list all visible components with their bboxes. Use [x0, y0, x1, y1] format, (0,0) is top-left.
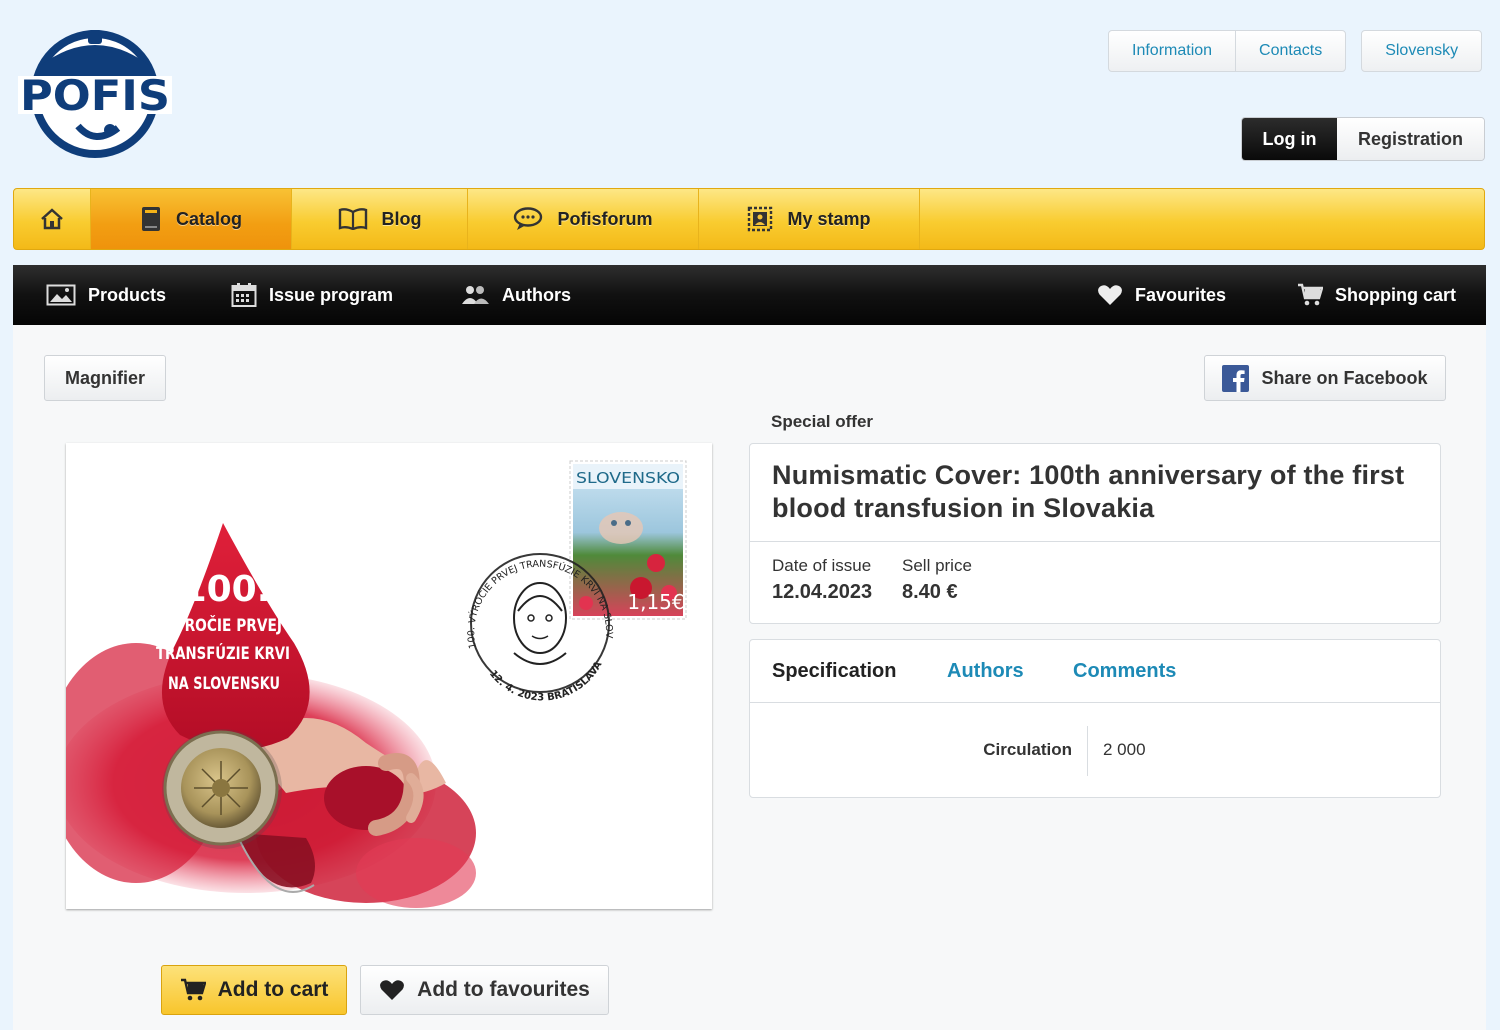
subnav-issue-program[interactable]: Issue program — [231, 265, 393, 325]
add-to-favourites-button[interactable]: Add to favourites — [360, 965, 609, 1015]
subnav-authors-label: Authors — [502, 284, 571, 305]
share-facebook-label: Share on Facebook — [1261, 367, 1428, 388]
nav-pofisforum-label: Pofisforum — [557, 208, 653, 229]
drop-line3: TRANSFÚZIE KRVI — [156, 642, 290, 664]
detail-tabs: Specification Authors Comments — [750, 640, 1440, 703]
home-icon — [41, 208, 63, 230]
information-link[interactable]: Information — [1109, 31, 1235, 71]
circulation-label: Circulation — [983, 740, 1072, 759]
subnav-favourites[interactable]: Favourites — [1097, 265, 1226, 325]
nav-blog-label: Blog — [381, 208, 422, 229]
open-book-icon — [338, 208, 367, 230]
registration-button[interactable]: Registration — [1337, 118, 1484, 160]
auth-buttons: Log in Registration — [1241, 117, 1485, 161]
date-label: Date of issue — [772, 556, 872, 575]
tab-authors[interactable]: Authors — [947, 660, 1024, 683]
tab-comments[interactable]: Comments — [1073, 660, 1176, 683]
logo-text: POFIS — [20, 71, 170, 120]
language-switch[interactable]: Slovensky — [1362, 31, 1481, 71]
specification-card: Specification Authors Comments Circulati… — [749, 639, 1441, 798]
nav-catalog[interactable]: Catalog — [91, 189, 292, 249]
subnav-shopping-cart-label: Shopping cart — [1335, 284, 1456, 305]
sub-nav: Products Issue program Authors Favourite… — [13, 265, 1486, 325]
nav-blog[interactable]: Blog — [292, 189, 468, 249]
date-value: 12.04.2023 — [772, 581, 873, 603]
stamp-frame-icon — [748, 206, 773, 232]
price-label: Sell price — [902, 556, 972, 575]
product-image[interactable]: 100. VÝROČIE PRVEJ TRANSFÚZIE KRVI NA SL… — [66, 443, 712, 909]
stamp-value: 1,15€ — [627, 590, 684, 614]
main-nav: Catalog Blog Pofisforum My stamp — [13, 188, 1485, 250]
top-links: Information Contacts Slovensky — [1108, 30, 1483, 72]
special-offer-badge: Special offer — [771, 412, 874, 431]
login-button[interactable]: Log in — [1242, 118, 1337, 160]
language-group: Slovensky — [1361, 30, 1483, 72]
users-icon — [462, 286, 489, 304]
heart-icon — [1098, 285, 1122, 305]
subnav-issue-program-label: Issue program — [269, 284, 394, 305]
subnav-products[interactable]: Products — [46, 265, 166, 325]
spec-row-circulation: Circulation 2 000 — [750, 726, 1440, 776]
date-of-issue: Date of issue 12.04.2023 — [772, 556, 872, 604]
nav-my-stamp-label: My stamp — [787, 208, 871, 229]
contacts-link[interactable]: Contacts — [1235, 31, 1345, 71]
product-info-card: Numismatic Cover: 100th anniversary of t… — [749, 443, 1441, 624]
add-to-favourites-label: Add to favourites — [417, 978, 590, 1001]
spec-divider — [1087, 726, 1088, 776]
blood-drop: 100. VÝROČIE PRVEJ TRANSFÚZIE KRVI NA SL… — [156, 523, 310, 750]
add-to-cart-button[interactable]: Add to cart — [161, 965, 347, 1015]
nav-home[interactable] — [14, 189, 91, 249]
drop-line2: VÝROČIE PRVEJ — [164, 614, 282, 636]
sell-price: Sell price 8.40 € — [902, 556, 972, 604]
stamp-country: SLOVENSKO — [576, 469, 680, 487]
book-icon — [141, 207, 160, 231]
nav-my-stamp[interactable]: My stamp — [699, 189, 920, 249]
pofis-logo[interactable]: POFIS — [18, 26, 172, 160]
postage-stamp: SLOVENSKO 1,15€ — [569, 460, 687, 620]
speech-bubble-icon — [514, 207, 543, 230]
postmark-text: 100. VÝROČIE PRVEJ TRANSFÚZIE KRVI NA SL… — [66, 443, 614, 650]
tab-specification[interactable]: Specification — [772, 660, 896, 683]
nav-catalog-label: Catalog — [175, 208, 242, 229]
product-meta: Date of issue 12.04.2023 Sell price 8.40… — [750, 541, 1440, 603]
heart-icon — [380, 980, 405, 1000]
drop-line4: NA SLOVENSKU — [168, 674, 280, 694]
product-title: Numismatic Cover: 100th anniversary of t… — [772, 460, 1405, 523]
subnav-favourites-label: Favourites — [1135, 284, 1227, 305]
circulation-value: 2 000 — [1103, 740, 1146, 759]
subnav-authors[interactable]: Authors — [460, 265, 571, 325]
drop-line1: 100. — [182, 569, 271, 610]
subnav-shopping-cart[interactable]: Shopping cart — [1297, 265, 1456, 325]
facebook-icon — [1222, 364, 1250, 392]
calendar-icon — [231, 283, 257, 307]
nav-pofisforum[interactable]: Pofisforum — [468, 189, 699, 249]
share-facebook-button[interactable]: Share on Facebook — [1204, 355, 1446, 401]
magnifier-button[interactable]: Magnifier — [44, 355, 166, 401]
price-value: 8.40 € — [902, 581, 958, 603]
cart-icon — [1298, 283, 1323, 306]
add-to-cart-label: Add to cart — [217, 978, 329, 1001]
subnav-products-label: Products — [88, 284, 167, 305]
cart-icon — [180, 978, 206, 1001]
info-contacts-group: Information Contacts — [1108, 30, 1347, 72]
coin — [162, 729, 282, 849]
picture-icon — [46, 284, 76, 306]
